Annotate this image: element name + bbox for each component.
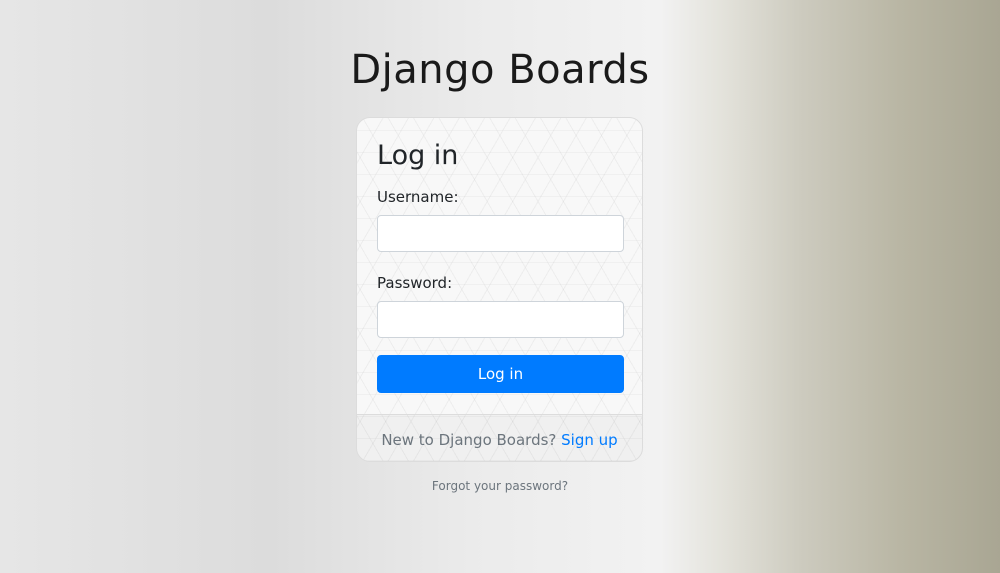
password-input[interactable] xyxy=(377,301,624,338)
login-card-body: Log in Username: Password: Log in xyxy=(357,118,642,414)
brand-title: Django Boards xyxy=(350,47,650,93)
forgot-password-link[interactable]: Forgot your password? xyxy=(0,478,1000,494)
username-input[interactable] xyxy=(377,215,624,252)
signup-link[interactable]: Sign up xyxy=(561,431,618,449)
login-card: Log in Username: Password: Log in New to… xyxy=(356,117,643,462)
password-label: Password: xyxy=(377,274,453,292)
login-button[interactable]: Log in xyxy=(377,355,624,393)
username-label: Username: xyxy=(377,188,459,206)
login-card-footer: New to Django Boards? Sign up xyxy=(357,414,642,461)
login-title: Log in xyxy=(377,140,459,171)
signup-prompt: New to Django Boards? xyxy=(381,431,557,449)
